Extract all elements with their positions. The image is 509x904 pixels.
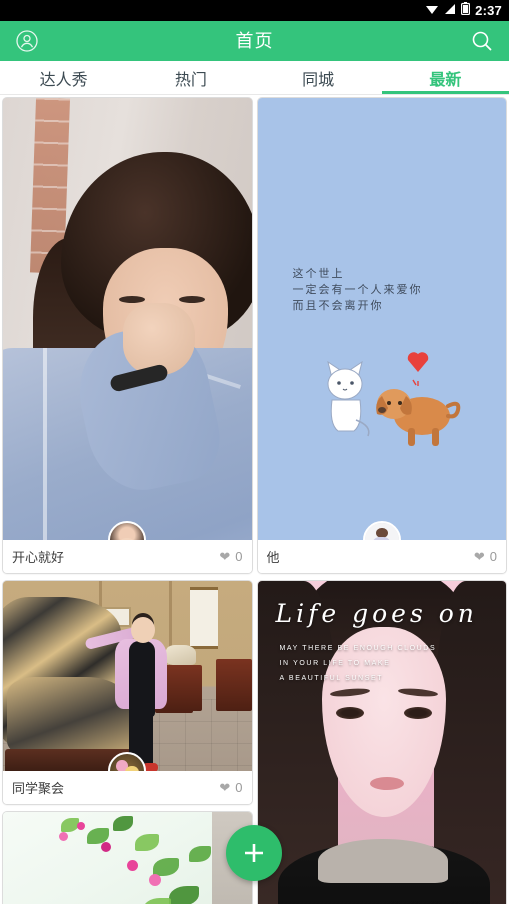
overlay-caps-line: IN YOUR LIFE TO MAKE: [279, 660, 391, 667]
user-circle-icon[interactable]: [12, 26, 42, 56]
feed-column-right: 这个世上 一定会有一个人来爱你 而且不会离开你 他 ❤ 0 Life goes …: [256, 97, 507, 904]
heart-icon: ❤: [219, 780, 231, 795]
card-image[interactable]: Life goes on MAY THERE BE ENOUGH CLOUDS …: [257, 581, 506, 904]
overlay-caps-line: A BEAUTIFUL SUNSET: [279, 675, 384, 682]
like-counter[interactable]: ❤ 0: [219, 780, 242, 795]
page-title: 首页: [235, 31, 274, 51]
feed-card[interactable]: 这个世上 一定会有一个人来爱你 而且不会离开你 他 ❤ 0: [256, 97, 507, 574]
poster-line: 这个世上: [292, 267, 345, 280]
plus-icon: [245, 844, 263, 862]
add-post-button[interactable]: [226, 825, 282, 881]
card-title: 开心就好: [12, 550, 65, 565]
battery-icon: [461, 1, 471, 20]
app-root: 2:37 首页 达人秀 热门 同城 最新 开心就好 ❤ 0 同学聚会 ❤ 0 这…: [0, 0, 509, 904]
card-image[interactable]: [3, 98, 252, 540]
poster-line: 一定会有一个人来爱你: [292, 283, 423, 296]
like-counter[interactable]: ❤ 0: [474, 549, 497, 564]
feed-card[interactable]: Life goes on MAY THERE BE ENOUGH CLOUDS …: [256, 580, 507, 904]
like-counter[interactable]: ❤ 0: [219, 549, 242, 564]
tab-label: 最新: [429, 71, 462, 89]
feed-scroll-area[interactable]: 开心就好 ❤ 0 同学聚会 ❤ 0 这个世上 一定会有一个人来爱你 而且不会离开…: [0, 95, 509, 904]
feed-grid: 开心就好 ❤ 0 同学聚会 ❤ 0 这个世上 一定会有一个人来爱你 而且不会离开…: [0, 95, 509, 904]
like-count: 0: [489, 549, 497, 564]
card-image[interactable]: [3, 581, 252, 771]
card-footer: 他 ❤ 0: [257, 540, 506, 573]
overlay-script-text: Life goes on: [275, 599, 478, 628]
card-footer: 开心就好 ❤ 0: [3, 540, 252, 573]
blue-poster-cat-and-dog: 这个世上 一定会有一个人来爱你 而且不会离开你: [257, 98, 506, 540]
young-woman-denim-jacket-photo: [3, 98, 252, 540]
feed-card[interactable]: 同学聚会 ❤ 0: [2, 580, 253, 805]
avatar[interactable]: [362, 521, 401, 540]
woman-posing-with-decorative-rock-photo: [3, 581, 252, 771]
bougainvillea-flowers-photo: [3, 812, 252, 904]
poster-line: 而且不会离开你: [292, 299, 384, 312]
card-title: 同学聚会: [12, 781, 65, 796]
status-bar: 2:37: [0, 0, 509, 21]
poster-text: 这个世上 一定会有一个人来爱你 而且不会离开你: [293, 266, 423, 314]
status-bar-time: 2:37: [475, 3, 502, 18]
heart-icon: ❤: [473, 549, 485, 564]
card-image[interactable]: [3, 812, 252, 904]
tab-label: 达人秀: [39, 71, 88, 89]
overlay-caps-line: MAY THERE BE ENOUGH CLOUDS: [279, 645, 437, 652]
card-footer: 同学聚会 ❤ 0: [3, 771, 252, 804]
avatar[interactable]: [108, 521, 147, 540]
like-count: 0: [235, 780, 243, 795]
wifi-icon: [425, 2, 439, 20]
tab-hot[interactable]: 热门: [127, 61, 254, 94]
tab-label: 热门: [174, 71, 207, 89]
feed-card[interactable]: [2, 811, 253, 904]
card-title: 他: [266, 550, 280, 565]
feed-column-left: 开心就好 ❤ 0 同学聚会 ❤ 0: [2, 97, 253, 904]
tab-talent-show[interactable]: 达人秀: [0, 61, 127, 94]
like-count: 0: [235, 549, 243, 564]
card-image[interactable]: 这个世上 一定会有一个人来爱你 而且不会离开你: [257, 98, 506, 540]
pink-tinted-portrait-photo: Life goes on MAY THERE BE ENOUGH CLOUDS …: [257, 581, 506, 904]
tab-label: 同城: [302, 71, 335, 89]
tab-bar: 达人秀 热门 同城 最新: [0, 61, 509, 95]
cat-and-dog-illustration: [326, 352, 460, 446]
signal-icon: [444, 2, 456, 20]
app-bar: 首页: [0, 21, 509, 61]
avatar[interactable]: [108, 752, 147, 771]
tab-same-city[interactable]: 同城: [255, 61, 382, 94]
search-icon[interactable]: [467, 26, 497, 56]
heart-icon: ❤: [219, 549, 231, 564]
tab-latest[interactable]: 最新: [381, 61, 509, 94]
overlay-caps-text: MAY THERE BE ENOUGH CLOUDS IN YOUR LIFE …: [280, 641, 437, 686]
feed-card[interactable]: 开心就好 ❤ 0: [2, 97, 253, 574]
